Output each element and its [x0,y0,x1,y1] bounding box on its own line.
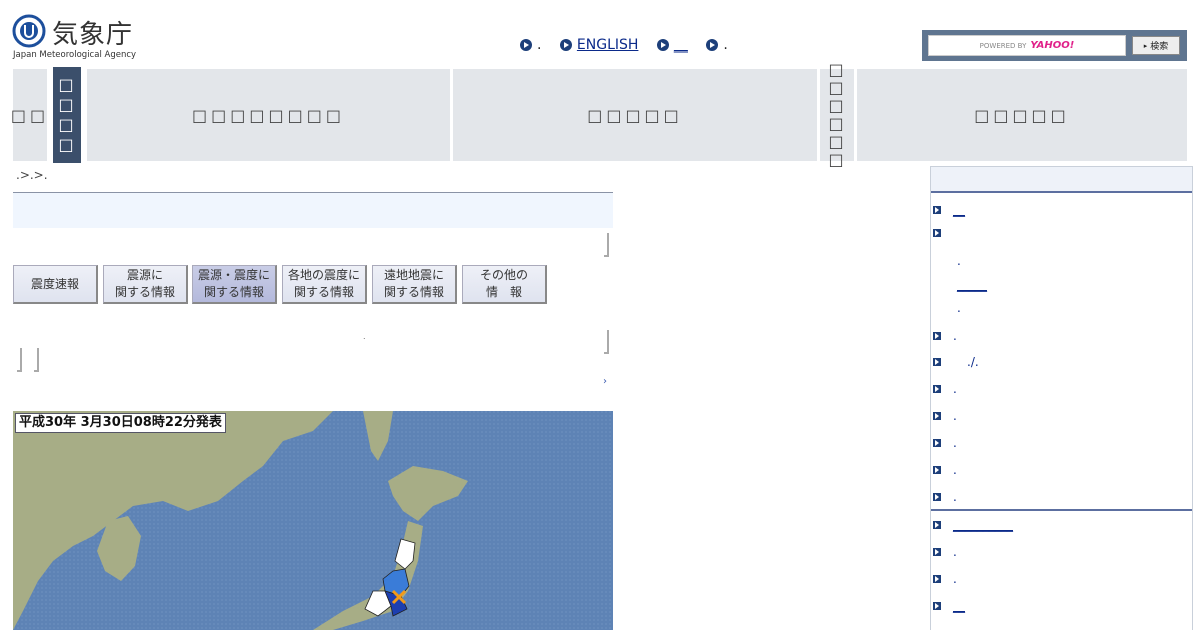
sidebar: __ . _____ . . ./. . . . . . __________ … [930,166,1193,630]
tab-other-info[interactable]: その他の情 報 [462,265,547,304]
circle-arrow-icon [706,39,719,51]
yahoo-logo: YAHOO! [1030,40,1075,51]
sidebar-item-5[interactable]: . [933,382,957,396]
sidebar-item-8[interactable]: . [933,463,957,477]
square-arrow-icon [933,575,941,583]
search-input[interactable]: POWERED BY YAHOO! [928,35,1126,56]
nav-item-6[interactable]: □□□□□ [857,69,1187,161]
square-arrow-icon [933,412,941,420]
tab-regional-intensity-info[interactable]: 各地の震度に 関する情報 [282,265,367,304]
japan-map-graphic [13,411,613,630]
logo-text-jp: 気象庁 [52,20,134,50]
sidebar-item-10[interactable]: __________ [933,518,1013,532]
map-issue-time: 平成30年 3月30日08時22分発表 [15,413,226,433]
header-link-1[interactable]: . [520,37,541,53]
square-arrow-icon [933,493,941,501]
square-arrow-icon [933,466,941,474]
jma-logo[interactable]: 気象庁 Japan Meteorological Agency [12,12,137,62]
tab-distant-earthquake-info[interactable]: 遠地地震に 関する情報 [372,265,457,304]
header-links: . ENGLISH __ . [520,37,742,55]
tab-shindo-sokuho[interactable]: 震度速報 [13,265,98,304]
circle-arrow-icon [559,39,572,51]
resize-handle[interactable] [17,348,22,372]
circle-arrow-icon [520,39,532,51]
page-title-band [13,193,613,228]
sidebar-divider [931,509,1192,511]
sidebar-item-13[interactable]: __ [933,599,965,613]
square-arrow-icon [933,358,941,366]
search-arrow-icon: ▸ [1143,41,1148,50]
sidebar-item-2[interactable] [933,229,953,237]
jma-emblem-icon [12,14,46,48]
sidebar-subitem-3[interactable]: . [957,301,961,315]
square-arrow-icon [933,521,941,529]
nav-item-3[interactable]: □□□□□□□□ [87,69,450,161]
resize-handle[interactable] [604,233,609,257]
tab-epicenter-info[interactable]: 震源に 関する情報 [103,265,188,304]
intensity-map: 平成30年 3月30日08時22分発表 [13,411,613,630]
square-arrow-icon [933,602,941,610]
square-arrow-icon [933,439,941,447]
sidebar-item-3[interactable]: . [933,329,957,343]
nav-item-1[interactable]: □□ [11,69,47,161]
search-button[interactable]: ▸ 検索 [1132,36,1180,55]
circle-arrow-icon [656,39,669,51]
square-arrow-icon [933,206,941,214]
small-mark: . [363,332,366,341]
sidebar-item-6[interactable]: . [933,409,957,423]
more-arrow-link[interactable]: › [603,376,607,387]
square-arrow-icon [933,229,941,237]
sidebar-subitem-1[interactable]: . [957,254,961,268]
site-search: POWERED BY YAHOO! ▸ 検索 [922,30,1187,61]
tab-epicenter-intensity-info[interactable]: 震源・震度に 関する情報 [192,265,277,304]
logo-text-en: Japan Meteorological Agency [13,50,137,60]
square-arrow-icon [933,385,941,393]
resize-handle[interactable] [604,330,609,354]
square-arrow-icon [933,332,941,340]
sidebar-item-9[interactable]: . [933,490,957,504]
nav-item-5[interactable]: □□□□□□ [820,61,854,169]
sidebar-header [931,167,1192,193]
sidebar-subitem-2[interactable]: _____ [957,278,987,292]
sidebar-item-12[interactable]: . [933,572,957,586]
header-link-english[interactable]: ENGLISH [559,37,638,53]
header-link-3[interactable]: __ [656,37,688,53]
header-link-4[interactable]: . [706,37,728,53]
nav-item-2-active[interactable]: □□□□ [50,67,84,163]
sidebar-item-7[interactable]: . [933,436,957,450]
nav-item-4[interactable]: □□□□□ [453,69,817,161]
breadcrumb[interactable]: .>.>. [16,168,48,182]
sidebar-item-1[interactable]: __ [933,203,965,217]
square-arrow-icon [933,548,941,556]
sidebar-item-4[interactable]: ./. [933,355,979,369]
resize-handle[interactable] [34,348,39,372]
sidebar-item-11[interactable]: . [933,545,957,559]
